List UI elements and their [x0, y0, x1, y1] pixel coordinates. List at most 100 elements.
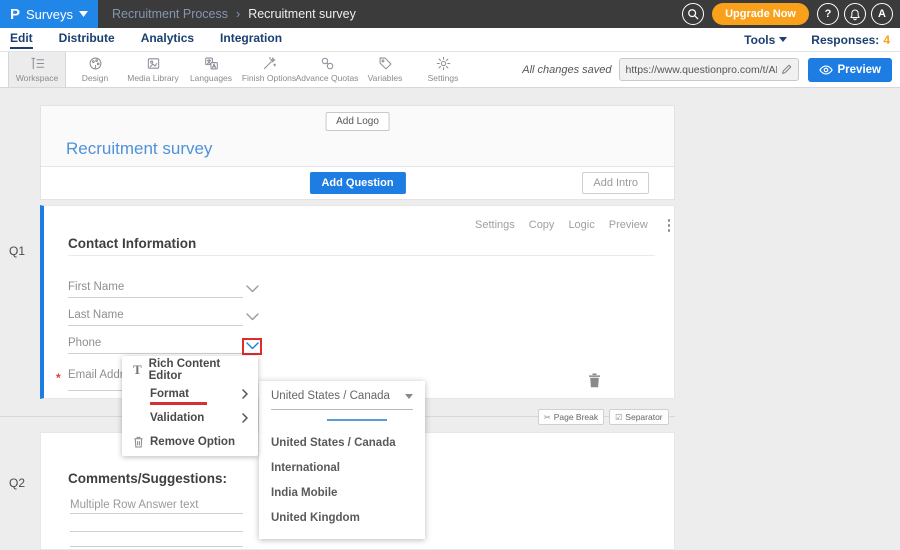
page-break-button[interactable]: ✂ Page Break	[538, 409, 604, 425]
toolbar-item-languages[interactable]: Languages	[182, 52, 240, 87]
variables-icon	[378, 56, 393, 71]
format-option-india-mobile[interactable]: India Mobile	[271, 481, 425, 506]
save-status: All changes saved	[522, 64, 611, 76]
chevron-down-icon	[79, 11, 88, 17]
insert-bar: ✂ Page Break ☑ Separator	[538, 409, 669, 425]
search-button[interactable]	[682, 3, 704, 25]
preview-button[interactable]: Preview	[808, 58, 892, 82]
question-actions-q1: Settings Copy Logic Preview	[475, 217, 672, 234]
survey-url-field[interactable]: https://www.questionpro.com/t/APNrFZ	[619, 58, 799, 81]
question-title-q2[interactable]: Comments/Suggestions:	[68, 471, 227, 486]
separator-label: Separator	[625, 412, 662, 422]
format-options-list: United States / Canada International Ind…	[271, 431, 425, 531]
help-button[interactable]: ?	[817, 3, 839, 25]
field-label-phone[interactable]: Phone	[68, 337, 101, 349]
eye-icon	[819, 65, 833, 75]
responses-link[interactable]: Responses: 4	[811, 33, 890, 47]
field-label-last-name[interactable]: Last Name	[68, 309, 124, 321]
toolbar-item-media-library[interactable]: Media Library	[124, 52, 182, 87]
question-settings-link[interactable]: Settings	[475, 219, 515, 231]
annotation-highlight-box	[242, 338, 262, 355]
nav-right: Tools Responses: 4	[744, 33, 900, 47]
chevron-down-icon	[246, 313, 259, 321]
multirow-answer-placeholder[interactable]: Multiple Row Answer text	[70, 499, 198, 511]
product-name: Surveys	[26, 7, 73, 22]
notifications-button[interactable]	[844, 3, 866, 25]
toolbar-item-label: Advance Quotas	[296, 73, 359, 83]
answer-line	[70, 546, 243, 547]
question-number-q1: Q1	[9, 244, 25, 258]
question-title-q1[interactable]: Contact Information	[68, 236, 196, 251]
menu-item-validation[interactable]: Validation	[122, 406, 258, 430]
survey-header-actions: Add Question Add Intro	[41, 166, 674, 199]
breadcrumb-folder[interactable]: Recruitment Process	[112, 7, 228, 21]
field-dropdown-chevron-first-name[interactable]	[246, 285, 259, 293]
toolbar-item-finish-options[interactable]: Finish Options	[240, 52, 298, 87]
toolbar-item-settings[interactable]: Settings	[414, 52, 472, 87]
menu-item-rich-content-editor[interactable]: T Rich Content Editor	[122, 358, 258, 382]
question-number-q2: Q2	[9, 476, 25, 490]
format-selected-value: United States / Canada	[271, 390, 390, 402]
toolbar-right: All changes saved https://www.questionpr…	[522, 52, 900, 87]
format-option-us-canada[interactable]: United States / Canada	[271, 431, 425, 456]
breadcrumb-separator: ›	[236, 7, 240, 21]
annotation-underline	[150, 402, 207, 405]
question-preview-link[interactable]: Preview	[609, 219, 648, 231]
upgrade-now-button[interactable]: Upgrade Now	[712, 3, 809, 25]
submenu-arrow-icon	[242, 389, 248, 399]
field-dropdown-chevron-last-name[interactable]	[246, 313, 259, 321]
toolbar-item-workspace[interactable]: Workspace	[8, 52, 66, 87]
finish-options-icon	[262, 56, 277, 71]
question-title-divider	[68, 255, 655, 256]
question-logic-link[interactable]: Logic	[568, 219, 594, 231]
responses-count: 4	[883, 33, 890, 47]
edit-pencil-icon[interactable]	[781, 64, 792, 75]
add-intro-button[interactable]: Add Intro	[582, 172, 649, 194]
add-question-button[interactable]: Add Question	[309, 172, 405, 194]
field-label-first-name[interactable]: First Name	[68, 281, 124, 293]
tab-integration[interactable]: Integration	[220, 31, 282, 49]
add-logo-button[interactable]: Add Logo	[325, 112, 390, 131]
field-options-context-menu: T Rich Content Editor Format Validation …	[122, 356, 258, 456]
design-icon	[88, 56, 103, 71]
menu-item-remove-option[interactable]: Remove Option	[122, 430, 258, 454]
selected-option-indicator	[327, 419, 387, 421]
tab-distribute[interactable]: Distribute	[59, 31, 115, 49]
settings-icon	[436, 56, 451, 71]
page-break-label: Page Break	[554, 412, 598, 422]
menu-item-label: Remove Option	[150, 436, 235, 448]
field-underline	[68, 297, 243, 298]
survey-title[interactable]: Recruitment survey	[66, 139, 212, 159]
caret-down-icon	[405, 394, 413, 399]
survey-url: https://www.questionpro.com/t/APNrFZ	[626, 64, 777, 76]
survey-header-card: Add Logo Recruitment survey Add Question…	[40, 105, 675, 200]
format-select[interactable]: United States / Canada	[271, 390, 413, 410]
tools-menu[interactable]: Tools	[744, 33, 787, 47]
editor-toolbar: Workspace Design Media Library Languages…	[0, 52, 900, 88]
toolbar-item-advance-quotas[interactable]: Advance Quotas	[298, 52, 356, 87]
question-copy-link[interactable]: Copy	[529, 219, 555, 231]
caret-down-icon	[779, 37, 787, 42]
separator-button[interactable]: ☑ Separator	[609, 409, 669, 425]
toolbar-item-variables[interactable]: Variables	[356, 52, 414, 87]
submenu-arrow-icon	[242, 413, 248, 423]
answer-line	[70, 513, 243, 514]
format-option-international[interactable]: International	[271, 456, 425, 481]
kebab-menu-icon[interactable]	[666, 217, 673, 234]
menu-item-format[interactable]: Format	[122, 382, 258, 406]
help-icon: ?	[825, 8, 832, 20]
delete-question-button[interactable]	[588, 373, 601, 388]
required-asterisk: *	[56, 371, 61, 385]
topbar-actions: Upgrade Now ? A	[682, 3, 900, 25]
tab-analytics[interactable]: Analytics	[141, 31, 194, 49]
field-underline	[68, 325, 243, 326]
tab-edit[interactable]: Edit	[10, 31, 33, 49]
menu-item-label: Format	[150, 388, 189, 400]
account-button[interactable]: A	[871, 3, 893, 25]
toolbar-item-label: Settings	[428, 73, 459, 83]
format-option-united-kingdom[interactable]: United Kingdom	[271, 506, 425, 531]
product-switcher[interactable]: P Surveys	[0, 0, 98, 28]
languages-icon	[204, 56, 219, 71]
toolbar-item-design[interactable]: Design	[66, 52, 124, 87]
breadcrumb-current: Recruitment survey	[248, 7, 356, 21]
